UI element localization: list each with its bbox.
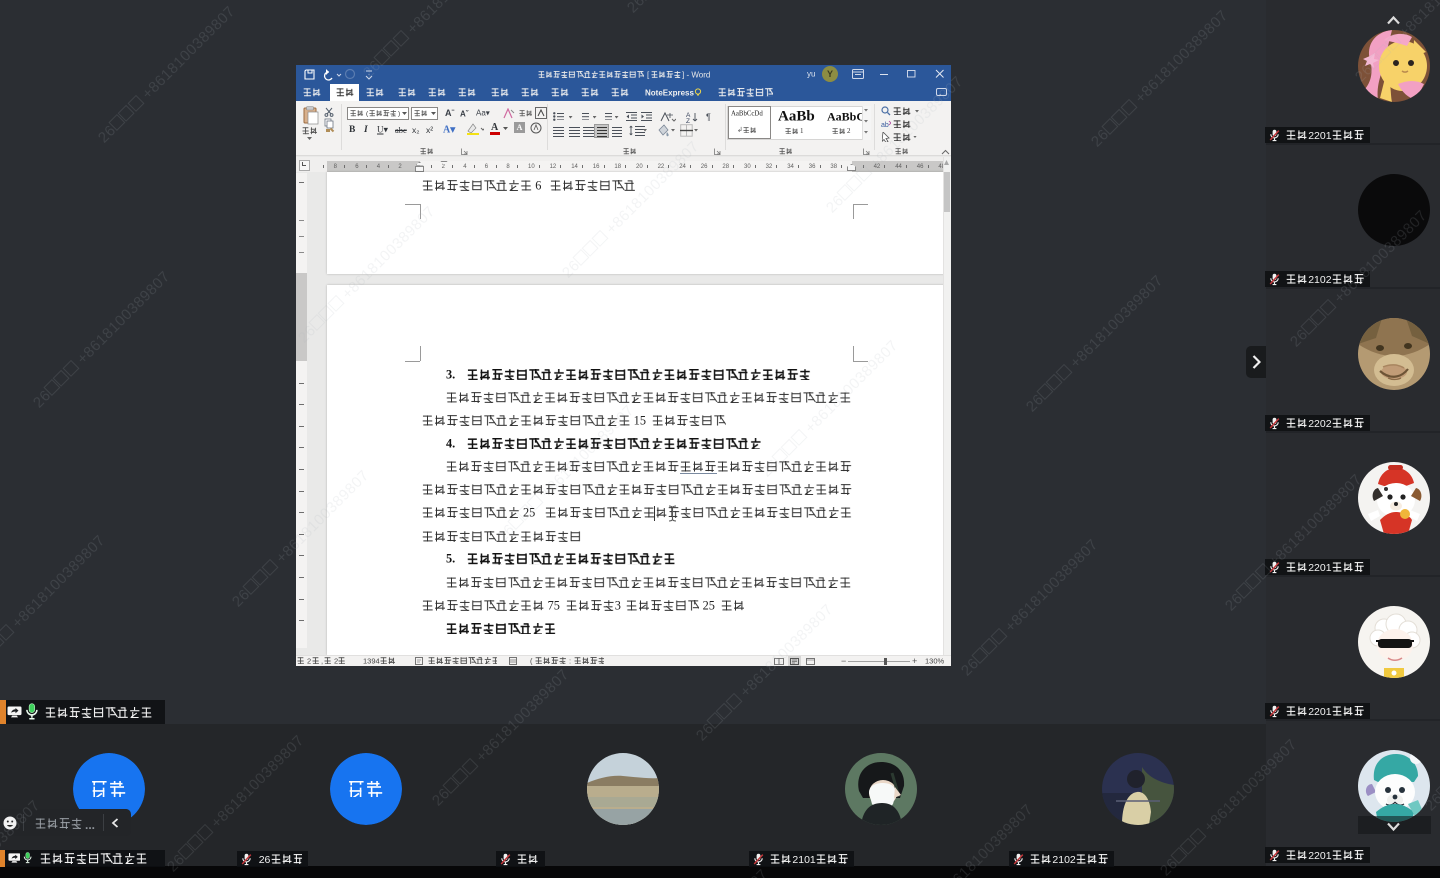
svg-text:ab: ab [881,122,889,129]
svg-text:Z: Z [686,118,690,123]
